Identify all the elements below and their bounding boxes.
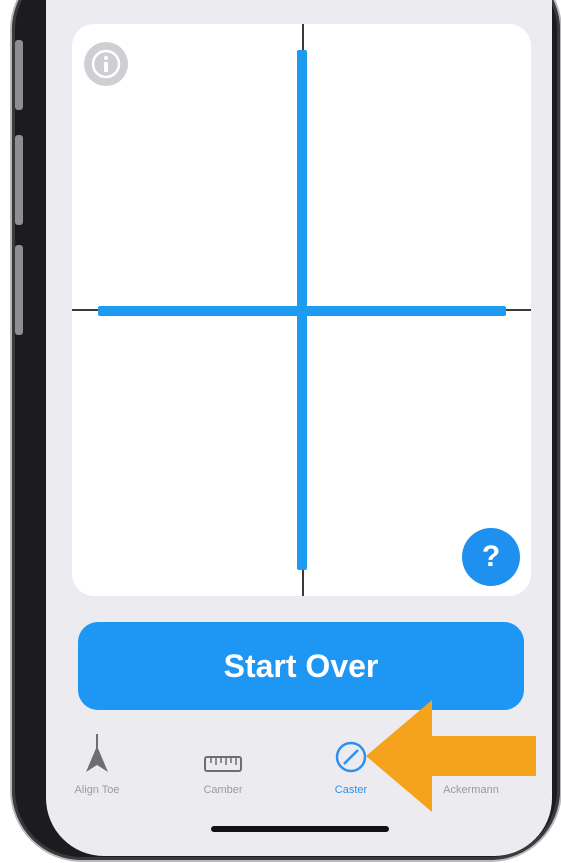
- caster-gauge-card: ?: [72, 24, 531, 596]
- horizontal-level-bar: [98, 306, 506, 316]
- help-icon: ?: [481, 540, 501, 573]
- tab-align-toe[interactable]: Align Toe: [46, 730, 152, 802]
- caster-icon: [335, 741, 367, 773]
- home-indicator[interactable]: [211, 826, 389, 832]
- tab-label: Align Toe: [74, 784, 120, 796]
- ruler-icon: [204, 756, 242, 772]
- tab-label: Camber: [203, 784, 243, 796]
- tab-label: Caster: [334, 784, 368, 796]
- info-button[interactable]: [84, 42, 128, 86]
- annotation-arrow-icon: [366, 700, 536, 812]
- side-button: [15, 40, 23, 110]
- tab-camber[interactable]: Camber: [168, 730, 278, 802]
- start-over-button[interactable]: Start Over: [78, 622, 524, 710]
- help-button[interactable]: ?: [462, 528, 520, 586]
- align-toe-icon: [86, 734, 108, 772]
- info-icon: [91, 49, 121, 79]
- side-button: [15, 245, 23, 335]
- side-button: [15, 135, 23, 225]
